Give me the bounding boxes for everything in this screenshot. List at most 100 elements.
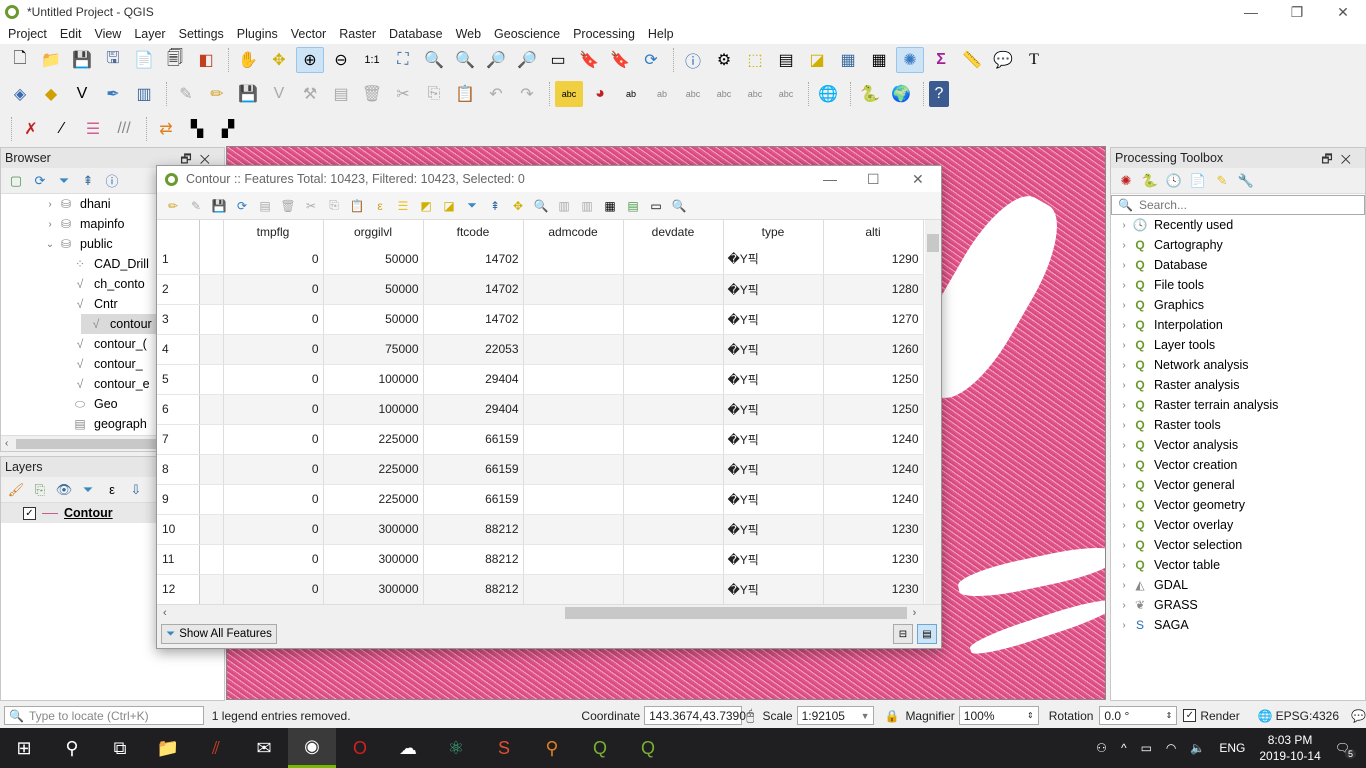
app-stripes-icon[interactable]: ⫽ (192, 728, 240, 768)
new-virtual-layer-icon[interactable]: ▥ (130, 81, 158, 107)
coordinate-field[interactable]: 143.3674,43.7390 (644, 706, 746, 725)
zoom-selection-icon[interactable]: 🔍 (420, 47, 448, 73)
modify-attributes-icon[interactable]: ▤ (327, 81, 355, 107)
open-project-icon[interactable]: 📁 (37, 47, 65, 73)
table-cell[interactable] (199, 574, 224, 604)
cell-type[interactable]: �Y픽 (723, 574, 824, 604)
menu-database[interactable]: Database (384, 27, 448, 41)
cell-orggilvl[interactable]: 225000 (323, 484, 424, 515)
undo-icon[interactable]: ↶ (482, 81, 510, 107)
new-field-icon[interactable]: ▥ (554, 196, 574, 216)
cell-alti[interactable]: 1260 (823, 334, 924, 365)
column-header[interactable]: orggilvl (323, 220, 424, 244)
processing-provider[interactable]: › Q Vector selection (1111, 535, 1365, 555)
menu-view[interactable]: View (89, 27, 126, 41)
qgis-taskbar-icon[interactable]: Q (624, 728, 672, 768)
run-action-icon[interactable]: ⚙ (710, 47, 738, 73)
cell-orggilvl[interactable]: 75000 (323, 334, 424, 365)
filter-icon[interactable]: ⏷ (53, 171, 75, 191)
table-row[interactable]: 11 0 300000 88212 �Y픽 1230 (157, 544, 924, 575)
table-row[interactable]: 12 0 300000 88212 �Y픽 1230 (157, 574, 924, 604)
style-manager-icon[interactable]: ◧ (192, 47, 220, 73)
cell-orggilvl[interactable]: 300000 (323, 514, 424, 545)
cell-alti[interactable]: 1240 (823, 454, 924, 485)
cell-tmpflg[interactable]: 0 (223, 424, 324, 455)
processing-provider[interactable]: › Q Interpolation (1111, 315, 1365, 335)
cell-tmpflg[interactable]: 0 (223, 364, 324, 395)
cell-ftcode[interactable]: 22053 (423, 334, 524, 365)
processing-provider[interactable]: › S SAGA (1111, 615, 1365, 635)
chevron-right-icon[interactable]: › (1117, 360, 1131, 371)
cell-devdate[interactable] (623, 454, 724, 485)
pin-labels-icon[interactable]: ab (617, 81, 645, 107)
cell-type[interactable]: �Y픽 (723, 334, 824, 365)
cut-icon[interactable]: ✂ (301, 196, 321, 216)
cell-alti[interactable]: 1230 (823, 574, 924, 604)
people-icon[interactable]: ⚇ (1096, 741, 1107, 755)
vertical-scrollbar[interactable] (925, 220, 941, 604)
table-cell[interactable] (199, 304, 224, 335)
cell-tmpflg[interactable]: 0 (223, 484, 324, 515)
zoom-in-icon[interactable]: ⊕ (296, 47, 324, 73)
show-bookmarks-icon[interactable]: 🔖 (606, 47, 634, 73)
dock-table-icon[interactable]: 🔍 (669, 196, 689, 216)
restore-button[interactable]: ❐ (1274, 0, 1320, 24)
chevron-right-icon[interactable]: › (43, 219, 57, 230)
cell-admcode[interactable] (523, 334, 624, 365)
chevron-right-icon[interactable]: › (1117, 400, 1131, 411)
zoom-out-icon[interactable]: ⊖ (327, 47, 355, 73)
table-row[interactable]: 1 0 50000 14702 �Y픽 1290 (157, 244, 924, 275)
cell-devdate[interactable] (623, 544, 724, 575)
checker-dark-icon[interactable]: ▞ (214, 116, 242, 142)
sublime-icon[interactable]: S (480, 728, 528, 768)
toggle-editing-icon[interactable]: ✏ (163, 196, 183, 216)
scroll-thumb[interactable] (564, 606, 907, 619)
chevron-right-icon[interactable]: › (1117, 580, 1131, 591)
data-source-manager-icon[interactable]: ◈ (6, 81, 34, 107)
chevron-down-icon[interactable]: ⌄ (43, 239, 57, 250)
lock-scale-icon[interactable]: 🔒 (884, 709, 899, 723)
cell-tmpflg[interactable]: 0 (223, 544, 324, 575)
clock[interactable]: 8:03 PM 2019-10-14 (1259, 732, 1320, 764)
identify-icon[interactable]: ⓘ (679, 47, 707, 73)
chevron-right-icon[interactable]: › (1117, 600, 1131, 611)
cell-orggilvl[interactable]: 300000 (323, 574, 424, 604)
redo-icon[interactable]: ↷ (513, 81, 541, 107)
qgis-taskbar-icon[interactable]: Q (576, 728, 624, 768)
chevron-right-icon[interactable]: › (1117, 500, 1131, 511)
vertex-tool-icon[interactable]: ⚒ (296, 81, 324, 107)
wifi-icon[interactable]: ◠ (1166, 741, 1176, 755)
cell-ftcode[interactable]: 14702 (423, 244, 524, 275)
refresh-icon[interactable]: ⟳ (29, 171, 51, 191)
locator-input[interactable]: 🔍 Type to locate (Ctrl+K) (4, 706, 204, 725)
show-hide-labels-icon[interactable]: abc (679, 81, 707, 107)
processing-provider[interactable]: › Q Vector creation (1111, 455, 1365, 475)
table-cell[interactable] (199, 334, 224, 365)
column-header[interactable]: alti (823, 220, 924, 244)
cell-ftcode[interactable]: 29404 (423, 364, 524, 395)
new-map-view-icon[interactable]: ▭ (544, 47, 572, 73)
models-icon[interactable]: ✺ (1115, 171, 1137, 191)
conditional-formatting-icon[interactable]: ▤ (623, 196, 643, 216)
select-all-icon[interactable]: ☰ (393, 196, 413, 216)
chevron-right-icon[interactable]: › (1117, 380, 1131, 391)
multi-edit-icon[interactable]: ✎ (186, 196, 206, 216)
messages-icon[interactable]: 💬 (1351, 709, 1366, 723)
cell-ftcode[interactable]: 14702 (423, 304, 524, 335)
cell-orggilvl[interactable]: 100000 (323, 394, 424, 425)
cell-admcode[interactable] (523, 304, 624, 335)
chevron-right-icon[interactable]: › (1117, 540, 1131, 551)
processing-provider[interactable]: › Q Vector overlay (1111, 515, 1365, 535)
cell-type[interactable]: �Y픽 (723, 544, 824, 575)
chevron-right-icon[interactable]: › (1117, 280, 1131, 291)
digitize-icon[interactable]: V (265, 81, 293, 107)
rotation-spinbox[interactable]: 0.0 ° ⇕ (1099, 706, 1178, 725)
table-row[interactable]: 5 0 100000 29404 �Y픽 1250 (157, 364, 924, 395)
paste-icon[interactable]: 📋 (347, 196, 367, 216)
select-features-icon[interactable]: ⬚ (741, 47, 769, 73)
row-header[interactable]: 4 (157, 334, 200, 365)
layer-visibility-checkbox[interactable]: ✓ (23, 506, 36, 520)
cell-type[interactable]: �Y픽 (723, 454, 824, 485)
column-header[interactable]: admcode (523, 220, 624, 244)
cell-alti[interactable]: 1290 (823, 244, 924, 275)
